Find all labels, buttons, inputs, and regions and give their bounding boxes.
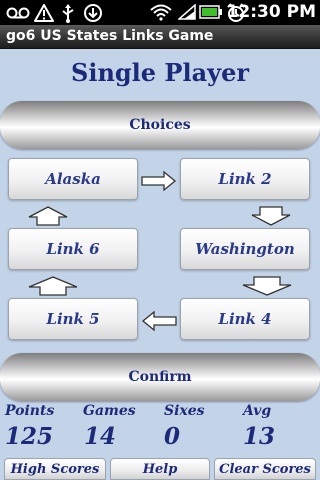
app-title-bar: go6 US States Links Game [0, 25, 320, 49]
arrow-left-icon [141, 310, 177, 332]
warning-icon [34, 4, 54, 22]
clear-scores-button[interactable]: Clear Scores [214, 458, 316, 480]
arrow-right-icon [141, 170, 177, 192]
games-value: 14 [84, 423, 117, 450]
link-tile-start[interactable]: Alaska [8, 158, 138, 200]
status-time: 12:30 PM [226, 2, 316, 22]
games-label: Games [83, 403, 136, 419]
signal-icon [178, 4, 196, 20]
sixes-label: Sixes [164, 403, 205, 419]
voicemail-icon [6, 7, 30, 19]
points-value: 125 [5, 423, 54, 450]
points-label: Points [5, 403, 55, 419]
usb-icon [62, 4, 74, 23]
arrow-up-icon [28, 276, 78, 296]
choices-button-label: Choices [129, 117, 191, 133]
help-button[interactable]: Help [110, 458, 210, 480]
link-tile-5[interactable]: Link 5 [8, 298, 138, 340]
arrow-down-icon [242, 276, 292, 296]
high-scores-button[interactable]: High Scores [4, 458, 106, 480]
confirm-button-label: Confirm [128, 369, 192, 385]
arrow-down-icon [251, 206, 291, 226]
arrow-up-icon [28, 206, 68, 226]
page-title: Single Player [71, 58, 249, 87]
app-title: go6 US States Links Game [6, 28, 214, 44]
battery-icon [199, 5, 222, 19]
avg-value: 13 [243, 423, 276, 450]
link-tile-end[interactable]: Washington [180, 228, 310, 270]
link-tile-6[interactable]: Link 6 [8, 228, 138, 270]
download-icon [84, 4, 102, 22]
status-bar: 12:30 PM [0, 0, 320, 25]
link-tile-2[interactable]: Link 2 [180, 158, 310, 200]
wifi-icon [150, 4, 172, 21]
choices-button[interactable]: Choices [0, 101, 320, 149]
confirm-button[interactable]: Confirm [0, 353, 320, 401]
sixes-value: 0 [164, 423, 181, 450]
link-tile-4[interactable]: Link 4 [180, 298, 310, 340]
avg-label: Avg [243, 403, 272, 419]
